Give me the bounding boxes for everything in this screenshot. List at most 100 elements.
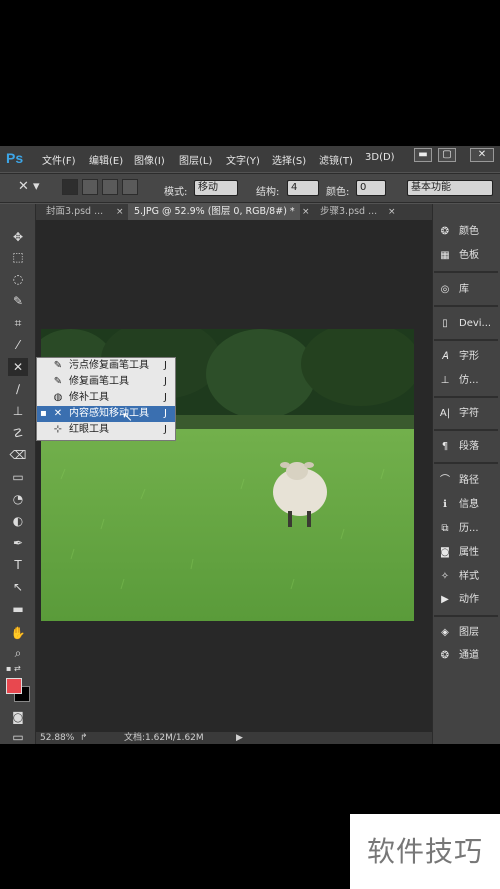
menu-image[interactable]: 图像(I) <box>134 152 165 168</box>
menu-filter[interactable]: 滤镜(T) <box>319 152 353 168</box>
eyedropper-tool-icon[interactable]: ⁄ <box>8 336 28 354</box>
screen-mode-icon[interactable]: ▭ <box>8 728 28 746</box>
dodge-tool-icon[interactable]: ◐ <box>8 512 28 530</box>
brush-tool-icon[interactable]: ∕ <box>8 380 28 398</box>
tab-step3[interactable]: 步骤3.psd ... <box>314 204 386 220</box>
flyout-item[interactable]: ✎ 修复画笔工具 J <box>37 374 175 390</box>
panel-styles[interactable]: ✧ 样式 <box>437 566 495 588</box>
clone-source-icon: ⊥ <box>440 375 450 386</box>
patch-icon: ◍ <box>53 392 63 403</box>
panel-properties[interactable]: ◙ 属性 <box>437 542 495 564</box>
panel-layers[interactable]: ◈ 图层 <box>437 622 495 644</box>
crop-tool-icon[interactable]: ⌗ <box>8 314 28 332</box>
panel-libraries[interactable]: ◎ 库 <box>437 279 495 301</box>
color-label: 颜色: <box>326 187 350 198</box>
panel-character[interactable]: A| 字符 <box>437 403 495 425</box>
content-aware-move-icon: ✕ <box>53 408 63 419</box>
menu-select[interactable]: 选择(S) <box>272 152 306 168</box>
close-tab-icon[interactable]: × <box>302 204 310 220</box>
device-preview-icon: ▯ <box>442 318 448 329</box>
glyphs-icon: 𝐴 <box>441 351 449 362</box>
panel-actions[interactable]: ▶ 动作 <box>437 589 495 611</box>
panel-paragraph[interactable]: ¶ 段落 <box>437 436 495 458</box>
maximize-button[interactable]: ▢ <box>438 148 456 162</box>
flyout-item-selected[interactable]: ▪ ✕ 内容感知移动工具 J <box>37 406 175 422</box>
mouse-cursor-icon: ↖ <box>122 410 133 425</box>
pen-tool-icon[interactable]: ✒ <box>8 534 28 552</box>
blur-tool-icon[interactable]: ◔ <box>8 490 28 508</box>
menu-type[interactable]: 文字(Y) <box>226 152 260 168</box>
mode-select[interactable]: 移动 <box>194 180 238 196</box>
shape-tool-icon[interactable]: ▬ <box>8 600 28 618</box>
flyout-item[interactable]: ✎ 污点修复画笔工具 J <box>37 358 175 374</box>
panel-swatches[interactable]: ▦ 色板 <box>437 245 495 267</box>
content-aware-move-icon[interactable]: ✕ ▾ <box>18 178 46 196</box>
panel-divider <box>434 396 498 398</box>
panel-divider <box>434 305 498 307</box>
styles-icon: ✧ <box>440 571 450 582</box>
mode-label: 模式: <box>164 187 188 198</box>
close-button[interactable]: ✕ <box>470 148 494 162</box>
panel-glyphs[interactable]: 𝐴 字形 <box>437 346 495 368</box>
quick-selection-tool-icon[interactable]: ✎ <box>8 292 28 310</box>
status-menu-arrow-icon[interactable]: ▶ <box>236 732 243 744</box>
foreground-color-swatch[interactable] <box>6 678 22 694</box>
color-select[interactable]: 0 <box>356 180 386 196</box>
intersect-selection-button[interactable] <box>122 179 138 195</box>
path-selection-tool-icon[interactable]: ↖ <box>8 578 28 596</box>
panel-divider <box>434 429 498 431</box>
panel-info[interactable]: ℹ 信息 <box>437 494 495 516</box>
paths-icon: ⌒ <box>440 475 450 486</box>
red-eye-icon: ⊹ <box>53 424 63 435</box>
gradient-tool-icon[interactable]: ▭ <box>8 468 28 486</box>
panel-divider <box>434 271 498 273</box>
menu-3d[interactable]: 3D(D) <box>365 152 395 168</box>
flyout-item[interactable]: ⊹ 红眼工具 J <box>37 422 175 438</box>
zoom-level[interactable]: 52.88% <box>40 732 74 744</box>
menu-layer[interactable]: 图层(L) <box>179 152 212 168</box>
tab-active-document[interactable]: 5.JPG @ 52.9% (图层 0, RGB/8#) * <box>128 204 300 220</box>
flyout-item[interactable]: ◍ 修补工具 J <box>37 390 175 406</box>
libraries-icon: ◎ <box>440 284 450 295</box>
quick-mask-icon[interactable]: ◙ <box>8 708 28 726</box>
structure-label: 结构: <box>256 187 280 198</box>
close-tab-icon[interactable]: × <box>388 204 396 220</box>
channels-icon: ❂ <box>440 650 450 661</box>
spot-healing-brush-icon: ✎ <box>53 360 63 371</box>
color-icon: ❂ <box>440 226 450 237</box>
new-selection-button[interactable] <box>62 179 78 195</box>
actions-icon: ▶ <box>441 594 449 605</box>
panel-channels[interactable]: ❂ 通道 <box>437 645 495 667</box>
panel-clone-source[interactable]: ⊥ 仿... <box>437 370 495 392</box>
panel-device-preview[interactable]: ▯ Devi... <box>437 313 495 335</box>
lasso-tool-icon[interactable]: ◌ <box>8 270 28 288</box>
close-tab-icon[interactable]: × <box>116 204 124 220</box>
panel-history[interactable]: ⧉ 历... <box>437 518 495 540</box>
panel-divider <box>434 339 498 341</box>
minimize-button[interactable]: ▬ <box>414 148 432 162</box>
share-icon[interactable]: ↱ <box>80 732 88 744</box>
workspace-select[interactable]: 基本功能 <box>407 180 493 196</box>
panel-divider <box>434 615 498 617</box>
panel-color[interactable]: ❂ 颜色 <box>437 221 495 243</box>
marquee-tool-icon[interactable]: ⬚ <box>8 248 28 266</box>
move-tool-icon[interactable]: ✥ <box>8 228 28 246</box>
add-selection-button[interactable] <box>82 179 98 195</box>
panel-paths[interactable]: ⌒ 路径 <box>437 470 495 492</box>
tab-cover[interactable]: 封面3.psd ... <box>40 204 114 220</box>
history-brush-tool-icon[interactable]: ☡ <box>8 424 28 442</box>
type-tool-icon[interactable]: T <box>8 556 28 574</box>
document-size: 文档:1.62M/1.62M <box>124 733 204 743</box>
subtract-selection-button[interactable] <box>102 179 118 195</box>
clone-stamp-tool-icon[interactable]: ⊥ <box>8 402 28 420</box>
structure-select[interactable]: 4 <box>287 180 319 196</box>
hand-tool-icon[interactable]: ✋ <box>8 624 28 642</box>
zoom-tool-icon[interactable]: ⌕ <box>8 644 28 662</box>
eraser-tool-icon[interactable]: ⌫ <box>8 446 28 464</box>
menu-file[interactable]: 文件(F) <box>42 152 76 168</box>
menu-edit[interactable]: 编辑(E) <box>89 152 123 168</box>
content-aware-move-tool-icon[interactable]: ✕ <box>8 358 28 376</box>
selected-bullet-icon: ▪ <box>40 408 47 419</box>
photoshop-logo: Ps <box>6 150 24 166</box>
swap-colors-icon[interactable]: ▪ ⇄ <box>6 664 30 674</box>
